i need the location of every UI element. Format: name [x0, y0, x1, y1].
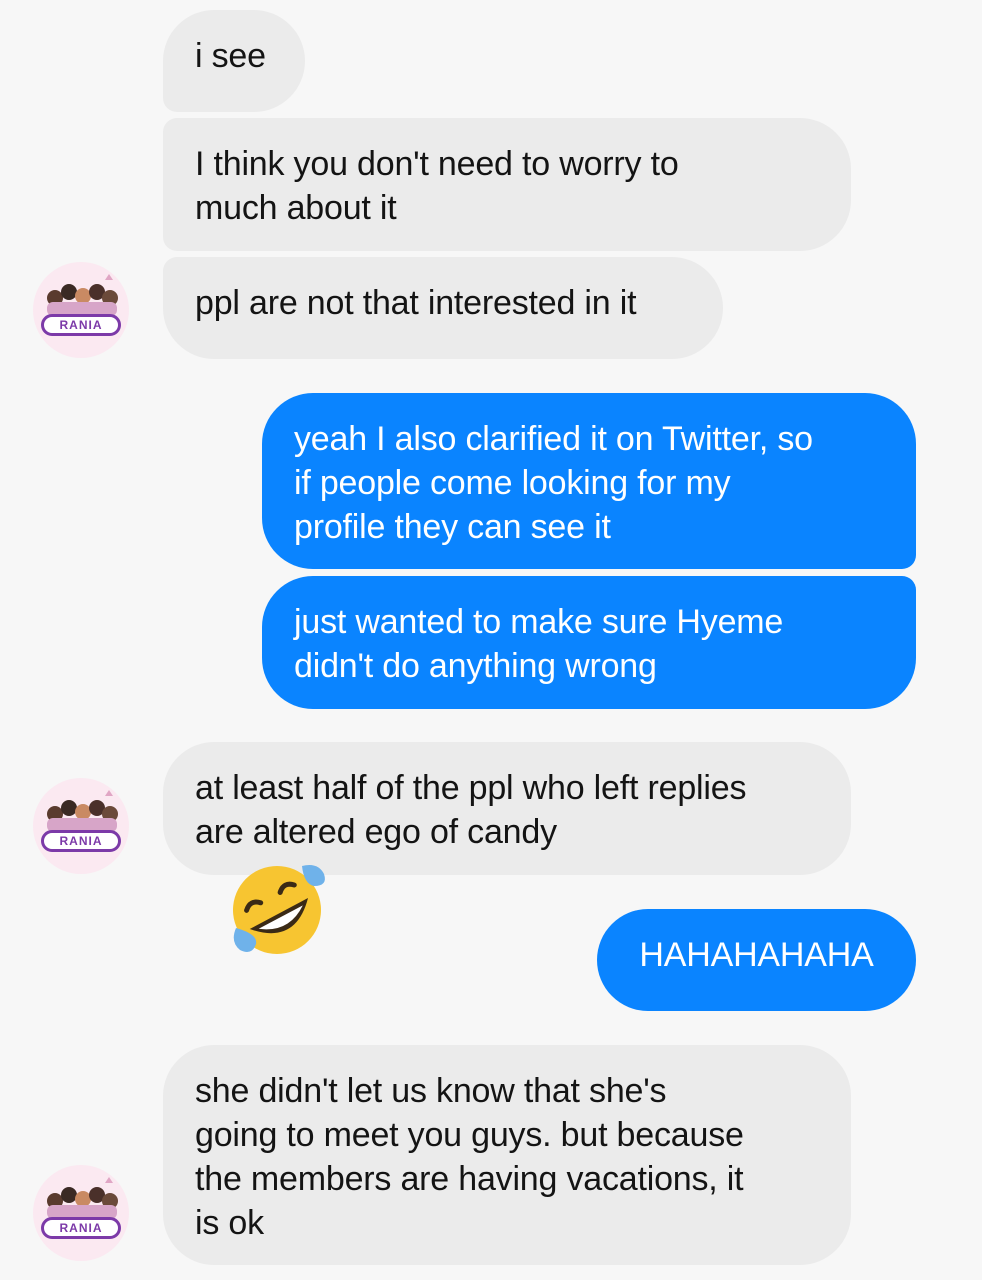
message-bubble-outgoing[interactable]: yeah I also clarified it on Twitter, so …	[262, 393, 916, 569]
message-bubble-incoming[interactable]: at least half of the ppl who left replie…	[163, 742, 851, 875]
group-photo-icon	[47, 1177, 118, 1219]
group-photo-icon	[47, 790, 118, 832]
group-photo-icon	[47, 274, 118, 316]
message-bubble-incoming[interactable]: I think you don't need to worry to much …	[163, 118, 851, 251]
message-bubble-incoming[interactable]: ppl are not that interested in it	[163, 257, 723, 359]
message-bubble-incoming[interactable]: she didn't let us know that she's going …	[163, 1045, 851, 1265]
rania-logo: RANIA	[41, 830, 121, 852]
contact-avatar[interactable]: RANIA	[33, 262, 129, 358]
message-bubble-incoming[interactable]: i see	[163, 10, 305, 112]
rania-logo: RANIA	[41, 1217, 121, 1239]
rania-logo: RANIA	[41, 314, 121, 336]
rolling-on-the-floor-laughing-emoji[interactable]	[222, 858, 332, 962]
contact-avatar[interactable]: RANIA	[33, 778, 129, 874]
contact-avatar[interactable]: RANIA	[33, 1165, 129, 1261]
message-bubble-outgoing[interactable]: just wanted to make sure Hyeme didn't do…	[262, 576, 916, 709]
message-bubble-outgoing[interactable]: HAHAHAHAHA	[597, 909, 916, 1011]
